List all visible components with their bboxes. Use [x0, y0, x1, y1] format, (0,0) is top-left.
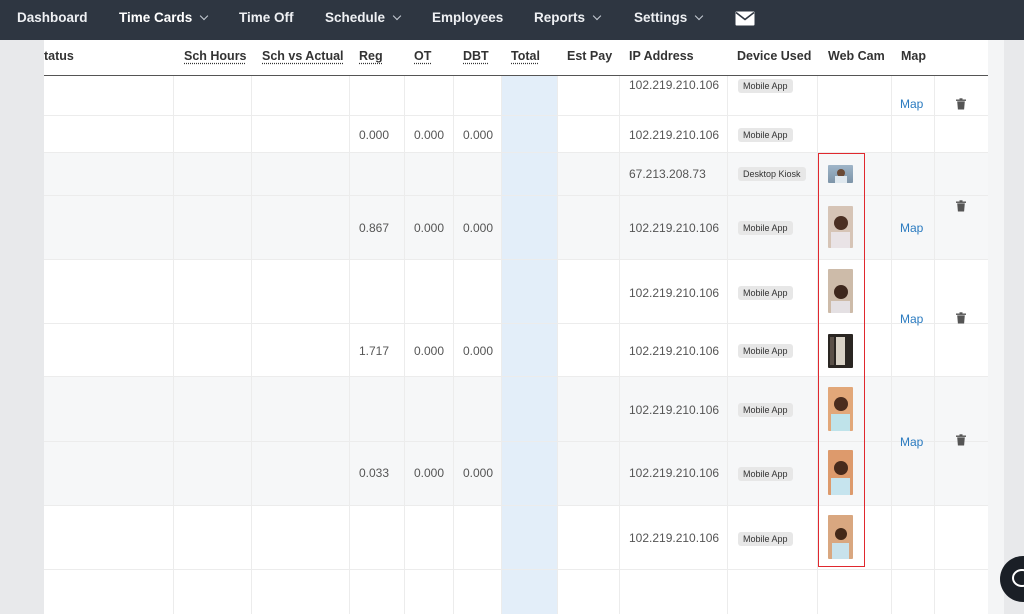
- header-sch-hours[interactable]: Sch Hours: [184, 49, 247, 63]
- dbt-hours: 0.000: [463, 466, 494, 480]
- device-badge: Mobile App: [738, 79, 793, 93]
- column-divider: [173, 76, 174, 614]
- chevron-down-icon: [392, 11, 402, 21]
- device-badge: Mobile App: [738, 221, 793, 235]
- reg-hours: 0.000: [359, 128, 390, 142]
- device-badge: Mobile App: [738, 403, 793, 417]
- nav-dashboard[interactable]: Dashboard: [17, 0, 88, 36]
- column-divider: [404, 76, 405, 614]
- trash-icon[interactable]: [955, 434, 967, 446]
- ip-address: 102.219.210.106: [629, 531, 720, 545]
- column-divider: [251, 76, 252, 614]
- nav-settings-label: Settings: [634, 10, 688, 25]
- column-divider: [501, 76, 502, 614]
- device-badge: Mobile App: [738, 286, 793, 300]
- chevron-down-icon: [200, 11, 209, 21]
- header-device-used: Device Used: [737, 49, 812, 63]
- ip-address: 67.213.208.73: [629, 167, 706, 181]
- device-badge: Mobile App: [738, 128, 793, 142]
- header-divider: [44, 75, 988, 76]
- mail-icon[interactable]: [735, 11, 755, 26]
- device-badge: Mobile App: [738, 344, 793, 358]
- ot-hours: 0.000: [414, 221, 445, 235]
- column-divider: [453, 76, 454, 614]
- trash-icon[interactable]: [955, 98, 967, 110]
- chevron-down-icon: [592, 11, 602, 21]
- nav-employees[interactable]: Employees: [432, 0, 503, 36]
- ot-hours: 0.000: [414, 128, 445, 142]
- device-badge: Mobile App: [738, 532, 793, 546]
- map-link[interactable]: Map: [900, 97, 923, 111]
- chevron-down-icon: [695, 11, 704, 21]
- device-badge: Mobile App: [738, 467, 793, 481]
- ot-hours: 0.000: [414, 344, 445, 358]
- header-dbt[interactable]: DBT: [463, 49, 489, 63]
- reg-hours: 0.867: [359, 221, 390, 235]
- column-divider: [727, 76, 728, 614]
- nav-schedule-label: Schedule: [325, 10, 386, 25]
- header-status[interactable]: tatus: [44, 49, 74, 63]
- dbt-hours: 0.000: [463, 221, 494, 235]
- nav-time-cards[interactable]: Time Cards: [119, 0, 209, 36]
- ip-address: 102.219.210.106: [629, 221, 720, 235]
- page-margin: [988, 40, 1004, 614]
- nav-time-off[interactable]: Time Off: [239, 0, 294, 36]
- column-divider: [619, 76, 620, 614]
- ip-address: 102.219.210.106: [629, 344, 720, 358]
- column-divider: [891, 76, 892, 614]
- device-badge: Desktop Kiosk: [738, 167, 806, 181]
- header-map: Map: [901, 49, 926, 63]
- trash-icon[interactable]: [955, 312, 967, 324]
- webcam-highlight-box: [818, 153, 865, 567]
- column-divider: [934, 76, 935, 614]
- row-divider: [44, 115, 988, 116]
- nav-schedule[interactable]: Schedule: [325, 0, 402, 36]
- ip-address: 102.219.210.106: [629, 128, 720, 142]
- column-divider: [557, 76, 558, 614]
- header-ot[interactable]: OT: [414, 49, 431, 63]
- nav-reports-label: Reports: [534, 10, 586, 25]
- reg-hours: 0.033: [359, 466, 390, 480]
- map-link[interactable]: Map: [900, 221, 923, 235]
- header-web-cam: Web Cam: [828, 49, 885, 63]
- dbt-hours: 0.000: [463, 128, 494, 142]
- total-column: [501, 76, 558, 614]
- dbt-hours: 0.000: [463, 344, 494, 358]
- trash-icon[interactable]: [955, 200, 967, 212]
- column-divider: [349, 76, 350, 614]
- header-reg[interactable]: Reg: [359, 49, 383, 63]
- nav-reports[interactable]: Reports: [534, 0, 602, 36]
- ip-address: 102.219.210.106: [629, 78, 720, 92]
- map-link[interactable]: Map: [900, 312, 923, 326]
- ip-address: 102.219.210.106: [629, 286, 720, 300]
- reg-hours: 1.717: [359, 344, 390, 358]
- header-est-pay: Est Pay: [567, 49, 613, 63]
- header-total[interactable]: Total: [511, 49, 540, 63]
- header-sch-vs-actual[interactable]: Sch vs Actual: [262, 49, 344, 63]
- ot-hours: 0.000: [414, 466, 445, 480]
- nav-time-cards-label: Time Cards: [119, 10, 193, 25]
- row-divider: [44, 569, 988, 570]
- ip-address: 102.219.210.106: [629, 403, 720, 417]
- header-ip-address: IP Address: [629, 49, 694, 63]
- map-link[interactable]: Map: [900, 435, 923, 449]
- nav-settings[interactable]: Settings: [634, 0, 704, 36]
- top-navigation: Dashboard Time Cards Time Off Schedule E…: [0, 0, 1024, 40]
- ip-address: 102.219.210.106: [629, 466, 720, 480]
